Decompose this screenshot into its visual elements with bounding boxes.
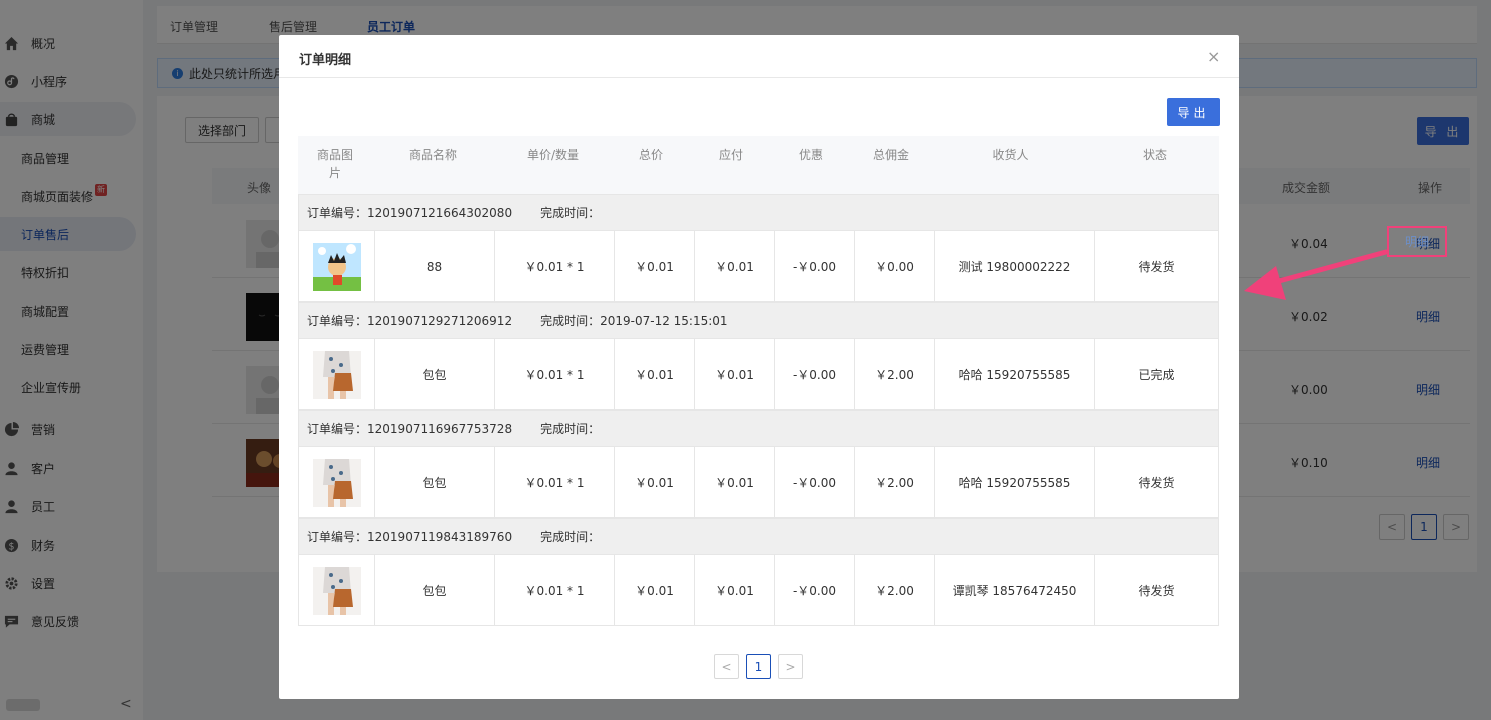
- column-receiver: 收货人: [992, 148, 1029, 162]
- column-payable: 应付: [718, 148, 743, 162]
- name-cell: 88: [374, 231, 494, 302]
- order-group-row: 订单编号： 1201907116967753728 完成时间：: [298, 410, 1219, 446]
- order-group-row: 订单编号： 1201907129271206912 完成时间： 2019-07-…: [298, 302, 1219, 338]
- export-button[interactable]: 导出: [1167, 98, 1220, 126]
- highlighted-detail-link[interactable]: 明细: [1405, 233, 1429, 250]
- price-qty-cell: ￥0.01 * 1: [494, 447, 614, 518]
- order-item-row: 包包 ￥0.01 * 1 ￥0.01 ￥0.01 -￥0.00 ￥2.00 谭凯…: [298, 554, 1219, 626]
- status-cell: 待发货: [1094, 447, 1218, 518]
- column-name: 商品名称: [408, 148, 457, 162]
- image-cell: [299, 339, 374, 410]
- order-item-row: 包包 ￥0.01 * 1 ￥0.01 ￥0.01 -￥0.00 ￥2.00 哈哈…: [298, 446, 1219, 518]
- column-status: 状态: [1142, 148, 1167, 162]
- total-cell: ￥0.01: [614, 555, 694, 626]
- order-item-row: 88 ￥0.01 * 1 ￥0.01 ￥0.01 -￥0.00 ￥0.00 测试…: [298, 230, 1219, 302]
- modal-title: 订单明细: [299, 53, 352, 68]
- order-no-label: 订单编号：: [307, 422, 368, 436]
- total-cell: ￥0.01: [614, 447, 694, 518]
- column-price-qty: 单价/数量: [526, 148, 580, 162]
- commission-cell: ￥2.00: [854, 555, 934, 626]
- page-1-button[interactable]: 1: [746, 654, 771, 679]
- receiver-cell: 测试 19800002222: [934, 231, 1094, 302]
- next-page-button[interactable]: >: [778, 654, 803, 679]
- order-no: 1201907121664302080: [367, 205, 513, 220]
- total-cell: ￥0.01: [614, 231, 694, 302]
- receiver-cell: 谭凯琴 18576472450: [934, 555, 1094, 626]
- order-no-label: 订单编号：: [307, 530, 368, 544]
- image-cell: [299, 447, 374, 518]
- order-no-label: 订单编号：: [307, 314, 368, 328]
- status-cell: 待发货: [1094, 555, 1218, 626]
- payable-cell: ￥0.01: [694, 447, 774, 518]
- prev-page-button[interactable]: <: [714, 654, 739, 679]
- finish-time-label: 完成时间：: [540, 206, 601, 220]
- commission-cell: ￥2.00: [854, 339, 934, 410]
- payable-cell: ￥0.01: [694, 555, 774, 626]
- receiver-cell: 哈哈 15920755585: [934, 447, 1094, 518]
- column-commission: 总佣金: [872, 148, 909, 162]
- column-discount: 优惠: [798, 148, 823, 162]
- image-cell: [299, 231, 374, 302]
- name-cell: 包包: [374, 447, 494, 518]
- product-image: [312, 458, 361, 507]
- discount-cell: -￥0.00: [774, 231, 854, 302]
- finish-time-label: 完成时间：: [540, 314, 601, 328]
- name-cell: 包包: [374, 339, 494, 410]
- column-total: 总价: [638, 148, 663, 162]
- commission-cell: ￥2.00: [854, 447, 934, 518]
- order-group-row: 订单编号： 1201907121664302080 完成时间：: [298, 194, 1219, 230]
- commission-cell: ￥0.00: [854, 231, 934, 302]
- status-cell: 待发货: [1094, 231, 1218, 302]
- discount-cell: -￥0.00: [774, 339, 854, 410]
- order-no: 1201907119843189760: [367, 529, 513, 544]
- order-no: 1201907129271206912: [367, 313, 513, 328]
- order-detail-modal: 订单明细 × 导出 商品图片 商品名称 单价/数量 总价 应付 优惠 总佣金 收…: [279, 35, 1239, 699]
- order-no-label: 订单编号：: [307, 206, 368, 220]
- product-image: [312, 350, 361, 399]
- table-header: 商品图片 商品名称 单价/数量 总价 应付 优惠 总佣金 收货人 状态: [298, 136, 1219, 194]
- payable-cell: ￥0.01: [694, 231, 774, 302]
- order-group-row: 订单编号： 1201907119843189760 完成时间：: [298, 518, 1219, 554]
- discount-cell: -￥0.00: [774, 555, 854, 626]
- price-qty-cell: ￥0.01 * 1: [494, 231, 614, 302]
- product-image: [312, 566, 361, 615]
- order-item-row: 包包 ￥0.01 * 1 ￥0.01 ￥0.01 -￥0.00 ￥2.00 哈哈…: [298, 338, 1219, 410]
- finish-time: 2019-07-12 15:15:01: [600, 313, 728, 328]
- receiver-cell: 哈哈 15920755585: [934, 339, 1094, 410]
- image-cell: [299, 555, 374, 626]
- close-icon[interactable]: ×: [1207, 47, 1220, 66]
- finish-time-label: 完成时间：: [540, 530, 601, 544]
- price-qty-cell: ￥0.01 * 1: [494, 555, 614, 626]
- modal-header: 订单明细 ×: [279, 35, 1239, 78]
- total-cell: ￥0.01: [614, 339, 694, 410]
- finish-time-label: 完成时间：: [540, 422, 601, 436]
- price-qty-cell: ￥0.01 * 1: [494, 339, 614, 410]
- order-no: 1201907116967753728: [367, 421, 513, 436]
- status-cell: 已完成: [1094, 339, 1218, 410]
- column-image: 商品图片: [316, 148, 353, 180]
- payable-cell: ￥0.01: [694, 339, 774, 410]
- pointer-arrow-icon: [1244, 249, 1389, 300]
- product-image: [312, 242, 361, 291]
- name-cell: 包包: [374, 555, 494, 626]
- discount-cell: -￥0.00: [774, 447, 854, 518]
